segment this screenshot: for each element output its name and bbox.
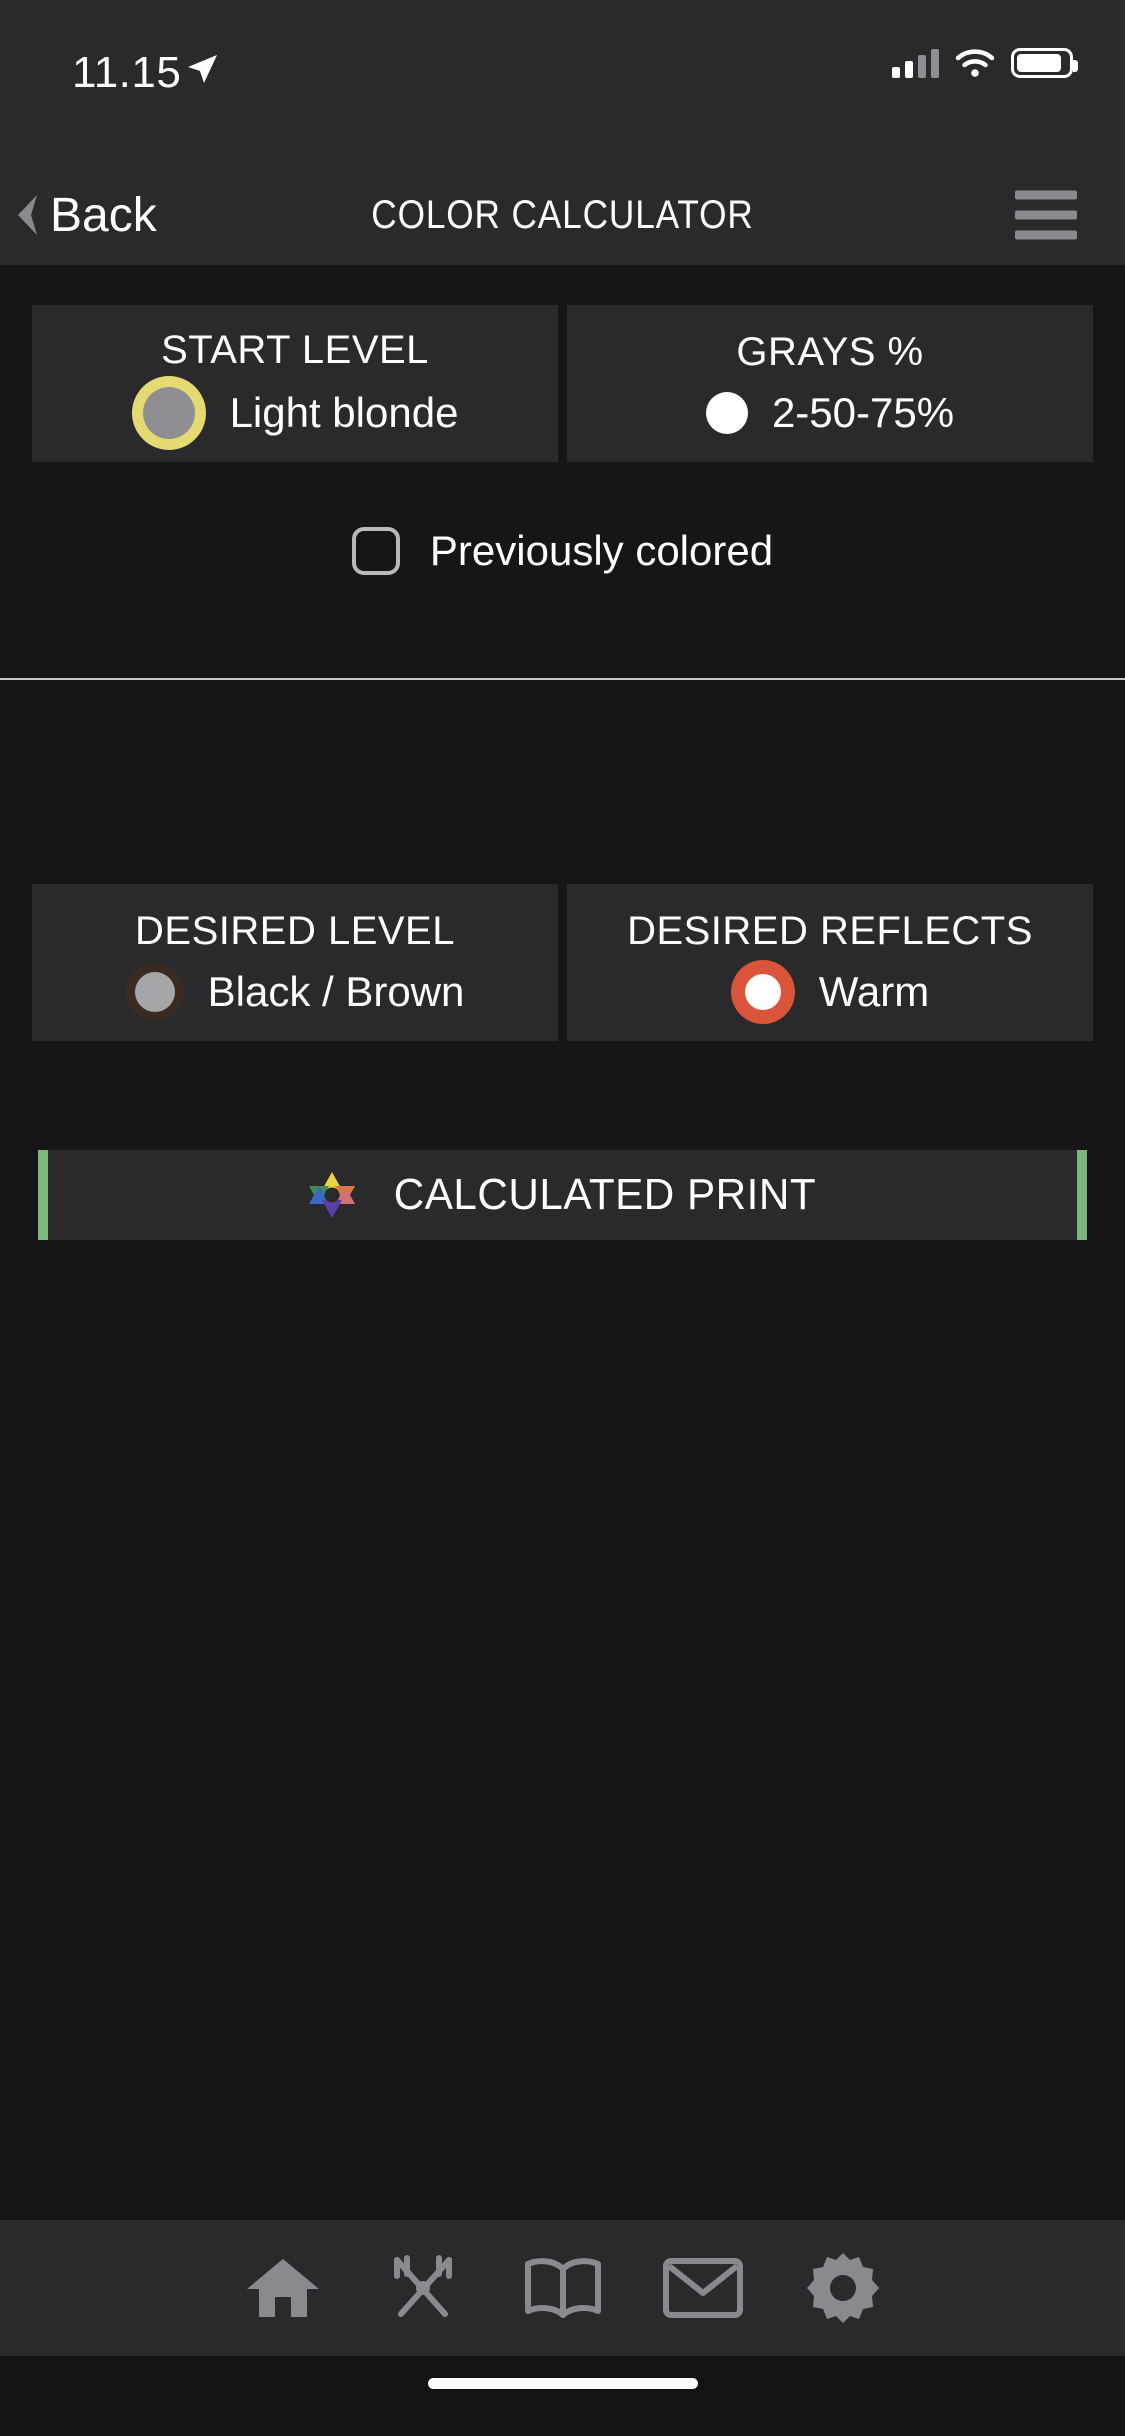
start-level-card[interactable]: START LEVEL Light blonde (32, 305, 558, 462)
back-button-label: Back (50, 188, 157, 242)
color-star-icon (308, 1172, 355, 1218)
battery-icon (1011, 48, 1078, 78)
gear-icon (806, 2253, 879, 2323)
desired-level-value-row: Black / Brown (126, 968, 465, 1016)
desired-reflects-value-row: Warm (731, 968, 929, 1016)
desired-reflects-card[interactable]: DESIRED REFLECTS Warm (567, 884, 1093, 1041)
previously-colored-checkbox[interactable] (351, 527, 400, 575)
previously-colored-label: Previously colored (429, 527, 774, 574)
chevron-left-icon (18, 195, 37, 235)
start-level-color-swatch (142, 387, 195, 439)
desired-level-card[interactable]: DESIRED LEVEL Black / Brown (32, 884, 558, 1041)
previously-colored-row[interactable]: Previously colored (0, 527, 1125, 575)
tab-mail[interactable] (633, 2220, 773, 2356)
status-bar-indicators (892, 48, 1078, 78)
book-icon (524, 2258, 601, 2318)
scissors-icon (393, 2255, 452, 2317)
grays-percent-card[interactable]: GRAYS % 2-50-75% (567, 305, 1093, 462)
home-icon (246, 2259, 319, 2317)
calculated-print-accent-right (1077, 1150, 1087, 1240)
app-screen: 11.15 Back COLOR CALCULATOR START LEVEL … (0, 0, 1125, 2436)
desired-reflects-title: DESIRED REFLECTS (627, 909, 1033, 953)
start-level-value: Light blonde (229, 389, 459, 436)
home-indicator-area (0, 2356, 1125, 2436)
status-bar-time: 11.15 (72, 48, 182, 97)
mail-icon (662, 2258, 743, 2318)
bottom-tab-bar (0, 2220, 1125, 2356)
desired-reflects-color-swatch (744, 974, 781, 1010)
page-title: COLOR CALCULATOR (371, 192, 754, 237)
tab-home[interactable] (213, 2220, 353, 2356)
location-arrow-icon (188, 55, 217, 83)
navigation-bar: Back COLOR CALCULATOR (0, 165, 1125, 265)
home-indicator-bar[interactable] (427, 2378, 698, 2389)
start-level-title: START LEVEL (161, 328, 429, 372)
calculated-print-label: CALCULATED PRINT (393, 1170, 816, 1219)
tab-settings[interactable] (773, 2220, 913, 2356)
desired-level-title: DESIRED LEVEL (135, 909, 455, 953)
desired-section: DESIRED LEVEL Black / Brown DESIRED REFL… (0, 680, 1125, 2220)
desired-reflects-value: Warm (818, 968, 930, 1015)
wifi-icon (955, 49, 995, 77)
calculated-print-accent-left (38, 1150, 48, 1240)
start-section: START LEVEL Light blonde GRAYS % 2-50-75… (0, 265, 1125, 680)
hamburger-menu-icon[interactable] (1015, 190, 1077, 240)
calculated-print-row: CALCULATED PRINT (38, 1150, 1087, 1240)
status-bar: 11.15 (0, 0, 1125, 165)
grays-percent-value: 2-50-75% (771, 389, 955, 436)
desired-cards-row: DESIRED LEVEL Black / Brown DESIRED REFL… (32, 884, 1093, 1041)
grays-percent-swatch (705, 392, 748, 434)
cellular-signal-icon (892, 48, 939, 78)
tab-book[interactable] (493, 2220, 633, 2356)
back-button[interactable]: Back (0, 188, 157, 243)
calculated-print-button[interactable]: CALCULATED PRINT (48, 1150, 1077, 1240)
desired-level-value: Black / Brown (207, 968, 465, 1015)
start-cards-row: START LEVEL Light blonde GRAYS % 2-50-75… (32, 305, 1093, 462)
tab-tools[interactable] (353, 2220, 493, 2356)
grays-percent-title: GRAYS % (736, 330, 924, 374)
start-level-value-row: Light blonde (132, 387, 459, 439)
grays-percent-value-row: 2-50-75% (705, 389, 955, 437)
desired-level-color-swatch (134, 972, 175, 1012)
